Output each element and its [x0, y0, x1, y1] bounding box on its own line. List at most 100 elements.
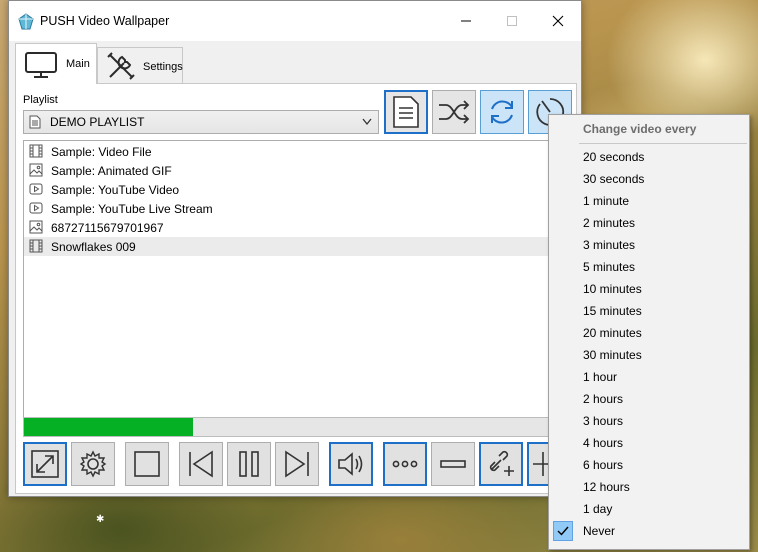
window-title: PUSH Video Wallpaper	[40, 14, 170, 28]
film-icon	[29, 239, 43, 253]
add-url-button[interactable]	[479, 442, 523, 486]
menu-item-1-hour[interactable]: 1 hour	[551, 366, 747, 388]
main-panel: Playlist DEMO PLAYLIST Sample: Video Fil…	[15, 83, 577, 494]
remove-item-button[interactable]	[431, 442, 475, 486]
menu-item-20-minutes[interactable]: 20 minutes	[551, 322, 747, 344]
pause-icon	[239, 451, 259, 477]
menu-item-label: Never	[583, 524, 616, 538]
menu-item-label: 2 hours	[583, 392, 624, 406]
snowflake-decoration: ✱	[96, 514, 105, 525]
list-item-label: 68727115679701967	[51, 221, 164, 235]
checkmark-icon	[553, 521, 573, 541]
list-item[interactable]: Sample: Video File	[24, 142, 550, 161]
menu-item-label: 30 minutes	[583, 348, 642, 362]
tab-settings-label: Settings	[143, 61, 183, 73]
ellipsis-icon	[392, 460, 418, 468]
shuffle-button[interactable]	[432, 90, 476, 134]
menu-item-4-hours[interactable]: 4 hours	[551, 432, 747, 454]
menu-item-label: 20 minutes	[583, 326, 642, 340]
playlist-selected-value: DEMO PLAYLIST	[50, 115, 145, 129]
menu-item-label: 1 day	[583, 502, 613, 516]
app-window: PUSH Video Wallpaper Main Settings Playl…	[8, 0, 582, 497]
maximize-button[interactable]	[489, 1, 535, 41]
list-item-label: Sample: Video File	[51, 145, 152, 159]
repeat-button[interactable]	[480, 90, 524, 134]
volume-button[interactable]	[329, 442, 373, 486]
menu-item-label: 10 minutes	[583, 282, 642, 296]
list-item-label: Sample: YouTube Video	[51, 183, 180, 197]
settings-button[interactable]	[71, 442, 115, 486]
menu-item-6-hours[interactable]: 6 hours	[551, 454, 747, 476]
menu-item-30-seconds[interactable]: 30 seconds	[551, 168, 747, 190]
image-icon	[29, 220, 43, 234]
menu-item-label: 3 minutes	[583, 238, 636, 252]
playlist-label: Playlist	[23, 94, 58, 106]
menu-item-Never[interactable]: Never	[551, 520, 747, 542]
close-icon	[552, 15, 564, 27]
menu-item-label: 6 hours	[583, 458, 624, 472]
fullscreen-button[interactable]	[23, 442, 67, 486]
menu-item-20-seconds[interactable]: 20 seconds	[551, 146, 747, 168]
stop-icon	[134, 451, 160, 477]
maximize-icon	[507, 16, 517, 26]
menu-item-2-minutes[interactable]: 2 minutes	[551, 212, 747, 234]
list-item[interactable]: Sample: Animated GIF	[24, 161, 550, 180]
menu-divider	[579, 143, 747, 144]
tab-main-label: Main	[66, 58, 90, 70]
more-button[interactable]	[383, 442, 427, 486]
playlist-select[interactable]: DEMO PLAYLIST	[23, 110, 379, 134]
menu-item-label: 1 minute	[583, 194, 630, 208]
link-add-icon	[489, 450, 514, 476]
list-item-label: Sample: Animated GIF	[51, 164, 172, 178]
app-logo-icon	[18, 13, 34, 30]
list-item[interactable]: 68727115679701967	[24, 218, 550, 237]
playlist-items: Sample: Video File Sample: Animated GIF …	[23, 140, 553, 418]
gear-icon	[79, 450, 107, 478]
tab-main[interactable]: Main	[15, 43, 97, 84]
menu-item-3-minutes[interactable]: 3 minutes	[551, 234, 747, 256]
youtube-icon	[29, 183, 43, 195]
menu-item-15-minutes[interactable]: 15 minutes	[551, 300, 747, 322]
skip-forward-icon	[285, 450, 309, 478]
menu-item-12-hours[interactable]: 12 hours	[551, 476, 747, 498]
menu-item-label: 30 seconds	[583, 172, 645, 186]
previous-button[interactable]	[179, 442, 223, 486]
menu-item-label: 5 minutes	[583, 260, 636, 274]
list-item-label: Snowflakes 009	[51, 240, 136, 254]
next-button[interactable]	[275, 442, 319, 486]
image-icon	[29, 163, 43, 177]
menu-item-1-day[interactable]: 1 day	[551, 498, 747, 520]
minus-icon	[440, 460, 466, 468]
document-icon	[29, 115, 41, 129]
close-button[interactable]	[535, 1, 581, 41]
stop-button[interactable]	[125, 442, 169, 486]
shuffle-icon	[439, 100, 470, 124]
document-list-icon	[393, 96, 419, 128]
menu-item-label: 3 hours	[583, 414, 624, 428]
list-item-label: Sample: YouTube Live Stream	[51, 202, 213, 216]
menu-item-1-minute[interactable]: 1 minute	[551, 190, 747, 212]
playback-progress-bar[interactable]	[23, 417, 553, 437]
refresh-icon	[491, 100, 513, 124]
monitor-icon	[25, 52, 57, 78]
minimize-button[interactable]	[443, 1, 489, 41]
list-item-selected[interactable]: Snowflakes 009	[24, 237, 550, 256]
list-item[interactable]: Sample: YouTube Live Stream	[24, 199, 550, 218]
menu-item-label: 15 minutes	[583, 304, 642, 318]
menu-item-label: 1 hour	[583, 370, 618, 384]
title-bar[interactable]: PUSH Video Wallpaper	[9, 1, 581, 41]
menu-item-3-hours[interactable]: 3 hours	[551, 410, 747, 432]
pause-button[interactable]	[227, 442, 271, 486]
menu-item-label: 20 seconds	[583, 150, 645, 164]
tab-settings[interactable]: Settings	[97, 47, 183, 83]
menu-item-30-minutes[interactable]: 30 minutes	[551, 344, 747, 366]
edit-playlist-button[interactable]	[384, 90, 428, 134]
skip-back-icon	[189, 450, 213, 478]
menu-item-2-hours[interactable]: 2 hours	[551, 388, 747, 410]
menu-item-10-minutes[interactable]: 10 minutes	[551, 278, 747, 300]
youtube-icon	[29, 202, 43, 214]
speaker-icon	[338, 452, 363, 476]
list-item[interactable]: Sample: YouTube Video	[24, 180, 550, 199]
menu-item-5-minutes[interactable]: 5 minutes	[551, 256, 747, 278]
interval-context-menu: Change video every 20 seconds 30 seconds 1…	[548, 114, 750, 550]
